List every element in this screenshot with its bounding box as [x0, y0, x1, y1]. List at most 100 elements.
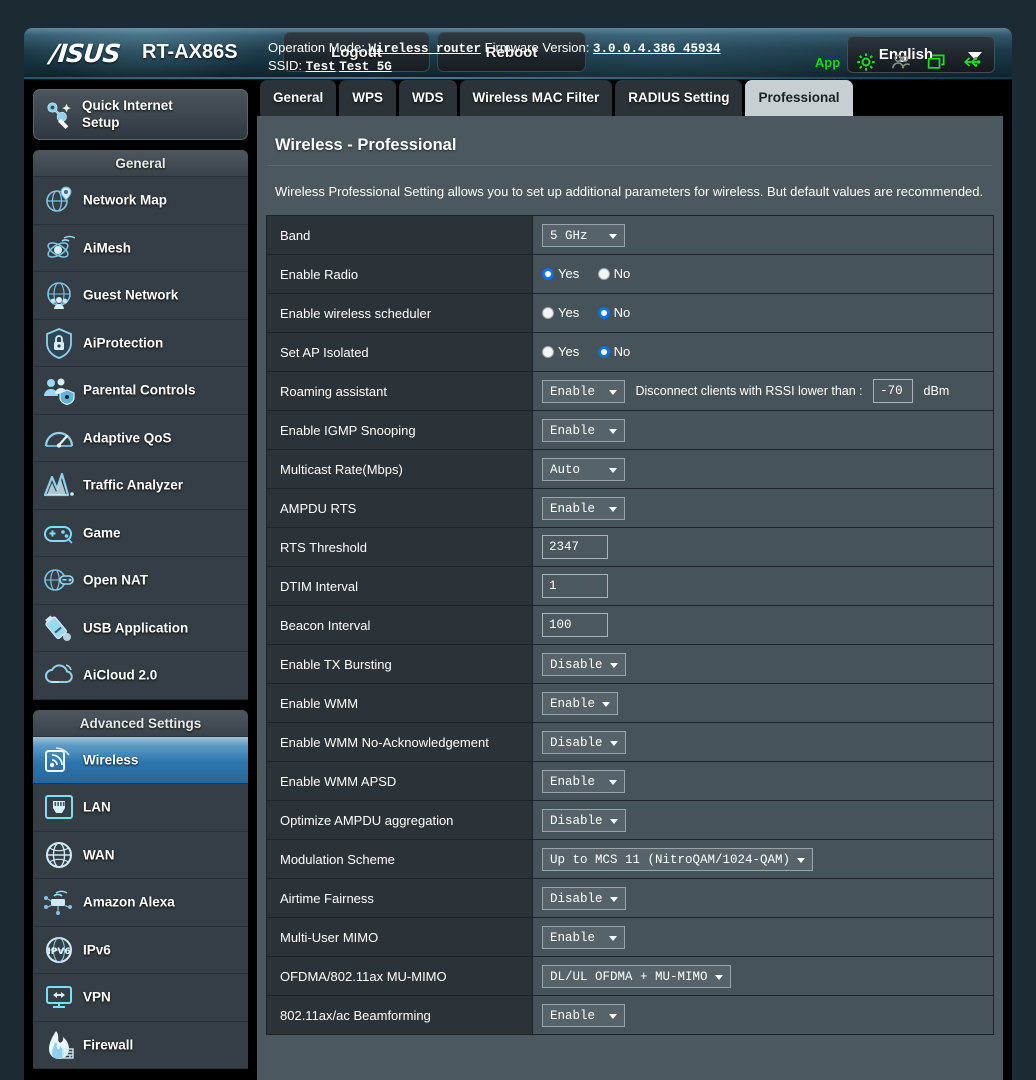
- open-nat-icon: [43, 564, 75, 596]
- usb-drive-icon: [43, 612, 75, 644]
- app-link[interactable]: App: [815, 55, 840, 70]
- ampdu-rts-select[interactable]: Enable: [542, 497, 625, 520]
- radio-dot: [598, 346, 610, 358]
- page-title: Wireless - Professional: [266, 116, 994, 165]
- sidebar-item-label: Firewall: [83, 1037, 133, 1052]
- sidebar-item-wireless[interactable]: Wireless: [33, 737, 248, 785]
- tx-bursting-select[interactable]: Disable: [542, 653, 626, 676]
- alexa-icon: [43, 886, 75, 918]
- quick-internet-setup-button[interactable]: Quick Internet Setup: [33, 89, 248, 140]
- sidebar-item-amazon-alexa[interactable]: Amazon Alexa: [33, 879, 248, 927]
- sidebar-item-guest-network[interactable]: Guest Network: [33, 272, 248, 320]
- sidebar-item-label: AiProtection: [83, 335, 163, 350]
- mu-mimo-select[interactable]: Enable: [542, 926, 625, 949]
- sidebar-item-firewall[interactable]: Firewall: [33, 1022, 248, 1070]
- lan-port-icon: [43, 791, 75, 823]
- enable-radio-no[interactable]: No: [598, 265, 631, 283]
- beamforming-value: Enable: [550, 1009, 595, 1023]
- sidebar-item-usb-application[interactable]: USB Application: [33, 605, 248, 653]
- router-model-name: RT-AX86S: [142, 41, 238, 64]
- sidebar: Quick Internet Setup General Network Map: [33, 80, 248, 1080]
- sidebar-item-network-map[interactable]: Network Map: [33, 177, 248, 225]
- tab-wds[interactable]: WDS: [399, 80, 457, 116]
- radio-label: Yes: [558, 266, 579, 281]
- sidebar-item-traffic-analyzer[interactable]: Traffic Analyzer: [33, 462, 248, 510]
- wmm-select[interactable]: Enable: [542, 692, 618, 715]
- tab-wireless-mac-filter[interactable]: Wireless MAC Filter: [460, 80, 613, 116]
- radio-dot: [598, 268, 610, 280]
- tab-general[interactable]: General: [260, 80, 336, 116]
- usb-icon[interactable]: [961, 52, 983, 72]
- sidebar-item-vpn[interactable]: VPN: [33, 974, 248, 1022]
- table-row-igmp-snooping: Enable IGMP Snooping Enable: [267, 411, 994, 450]
- dtim-interval-input[interactable]: 1: [542, 574, 608, 598]
- firmware-version-value[interactable]: 3.0.0.4.386_45934: [593, 42, 721, 56]
- monitor-icon[interactable]: [926, 52, 948, 72]
- airtime-fairness-select[interactable]: Disable: [542, 887, 626, 910]
- row-label: OFDMA/802.11ax MU-MIMO: [267, 957, 533, 996]
- enable-radio-yes[interactable]: Yes: [542, 265, 579, 283]
- sidebar-item-aiprotection[interactable]: AiProtection: [33, 320, 248, 368]
- sidebar-item-wan[interactable]: WAN: [33, 832, 248, 880]
- table-row-beacon-interval: Beacon Interval 100: [267, 606, 994, 645]
- row-label: DTIM Interval: [267, 567, 533, 606]
- operation-mode-value[interactable]: Wireless router: [368, 42, 481, 56]
- globe-icon: [43, 839, 75, 871]
- users-icon[interactable]: [890, 52, 912, 72]
- table-row-beamforming: 802.11ax/ac Beamforming Enable: [267, 996, 994, 1035]
- rssi-unit: dBm: [924, 384, 950, 398]
- gear-icon[interactable]: [855, 52, 877, 72]
- modulation-scheme-select[interactable]: Up to MCS 11 (NitroQAM/1024-QAM): [542, 848, 813, 871]
- sidebar-item-lan[interactable]: LAN: [33, 784, 248, 832]
- sidebar-item-ipv6[interactable]: IPV6 IPv6: [33, 927, 248, 975]
- sidebar-item-label: WAN: [83, 847, 115, 862]
- sidebar-item-parental-controls[interactable]: Parental Controls: [33, 367, 248, 415]
- airtime-fairness-value: Disable: [550, 892, 603, 906]
- sidebar-item-label: Amazon Alexa: [83, 895, 175, 910]
- wireless-scheduler-no[interactable]: No: [598, 304, 631, 322]
- ap-isolated-no[interactable]: No: [598, 343, 631, 361]
- multicast-rate-select[interactable]: Auto: [542, 458, 625, 481]
- tab-wps[interactable]: WPS: [339, 80, 396, 116]
- sidebar-item-label: LAN: [83, 800, 111, 815]
- asus-logo: /ISUS: [48, 39, 121, 68]
- tab-professional[interactable]: Professional: [745, 80, 852, 116]
- sidebar-item-label: Adaptive QoS: [83, 430, 172, 445]
- ap-isolated-yes[interactable]: Yes: [542, 343, 579, 361]
- gauge-icon: [43, 422, 75, 454]
- wireless-icon: [43, 744, 75, 776]
- guest-network-icon: [43, 279, 75, 311]
- sidebar-item-aicloud[interactable]: AiCloud 2.0: [33, 652, 248, 700]
- sidebar-item-label: IPv6: [83, 942, 111, 957]
- optimize-ampdu-select[interactable]: Disable: [542, 809, 626, 832]
- wmm-apsd-value: Enable: [550, 775, 595, 789]
- radio-dot: [542, 346, 554, 358]
- rssi-threshold-input[interactable]: -70: [873, 379, 913, 403]
- sidebar-item-aimesh[interactable]: AiMesh: [33, 225, 248, 273]
- table-row-airtime-fairness: Airtime Fairness Disable: [267, 879, 994, 918]
- table-row-tx-bursting: Enable TX Bursting Disable: [267, 645, 994, 684]
- igmp-snooping-value: Enable: [550, 424, 595, 438]
- parental-controls-icon: [43, 374, 75, 406]
- beacon-interval-input[interactable]: 100: [542, 613, 608, 637]
- ssid-value-5g[interactable]: Test_5G: [339, 60, 392, 74]
- band-select[interactable]: 5 GHz: [542, 224, 625, 247]
- wmm-apsd-select[interactable]: Enable: [542, 770, 625, 793]
- ofdma-select[interactable]: DL/UL OFDMA + MU-MIMO: [542, 965, 731, 988]
- modulation-scheme-value: Up to MCS 11 (NitroQAM/1024-QAM): [550, 853, 790, 867]
- sidebar-item-open-nat[interactable]: Open NAT: [33, 557, 248, 605]
- roaming-assistant-select[interactable]: Enable: [542, 380, 625, 403]
- rts-threshold-input[interactable]: 2347: [542, 535, 608, 559]
- table-row-wmm: Enable WMM Enable: [267, 684, 994, 723]
- sidebar-group-advanced: Advanced Settings Wireless: [33, 710, 248, 1070]
- wireless-scheduler-yes[interactable]: Yes: [542, 304, 579, 322]
- sidebar-item-adaptive-qos[interactable]: Adaptive QoS: [33, 415, 248, 463]
- ssid-value-2g[interactable]: Test: [306, 60, 336, 74]
- igmp-snooping-select[interactable]: Enable: [542, 419, 625, 442]
- wmm-no-ack-select[interactable]: Disable: [542, 731, 626, 754]
- sidebar-item-game[interactable]: Game: [33, 510, 248, 558]
- chevron-down-icon: [609, 390, 617, 395]
- beamforming-select[interactable]: Enable: [542, 1004, 625, 1027]
- tab-radius-setting[interactable]: RADIUS Setting: [615, 80, 742, 116]
- row-label: Enable WMM APSD: [267, 762, 533, 801]
